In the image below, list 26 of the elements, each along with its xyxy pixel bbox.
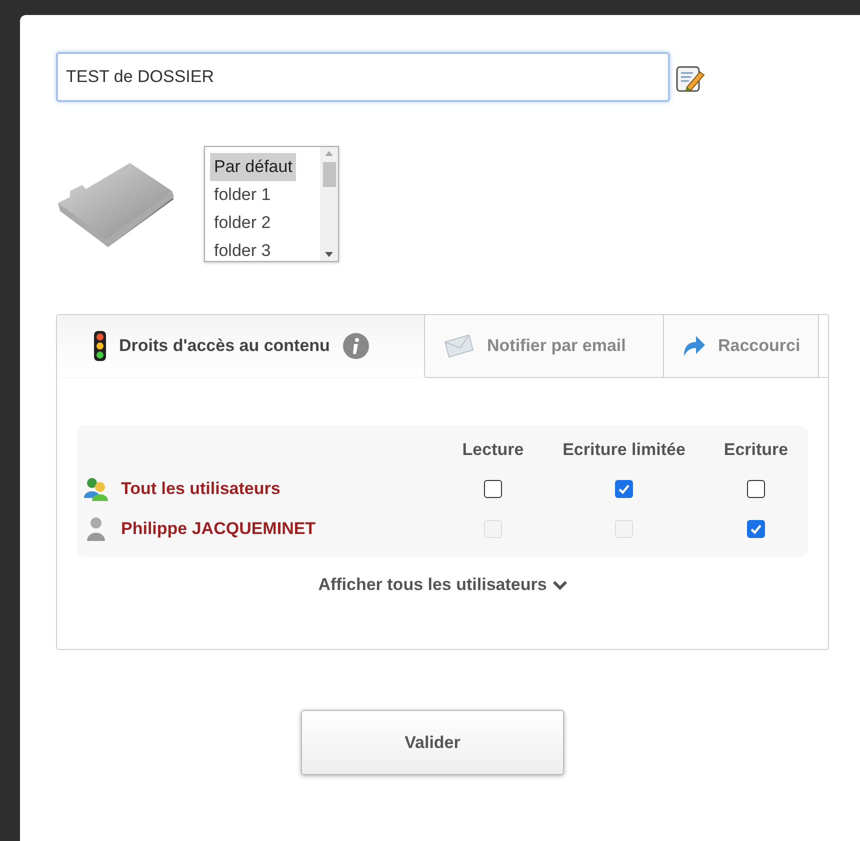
column-header: Ecriture: [722, 440, 790, 460]
list-item[interactable]: Par défaut: [210, 153, 296, 181]
chevron-down-icon[interactable]: [552, 580, 567, 590]
edit-icon[interactable]: [675, 64, 705, 94]
column-header: Ecriture limitée: [562, 440, 686, 460]
envelope-icon: [443, 334, 475, 358]
submit-button[interactable]: Valider: [301, 710, 564, 775]
checkbox[interactable]: [747, 480, 765, 498]
user-name[interactable]: Tout les utilisateurs: [121, 479, 280, 499]
show-all-link[interactable]: Afficher tous les utilisateurs: [318, 575, 547, 595]
users-icon: [83, 476, 109, 502]
info-icon[interactable]: [342, 332, 370, 360]
list-item[interactable]: folder 2: [210, 209, 275, 237]
scrollbar[interactable]: [320, 147, 338, 261]
user-name[interactable]: Philippe JACQUEMINET: [121, 519, 316, 539]
checkbox[interactable]: [484, 480, 502, 498]
curved-arrow-icon: [682, 335, 706, 357]
list-item[interactable]: folder 1: [210, 181, 275, 209]
name-field[interactable]: TEST de DOSSIER: [56, 52, 670, 102]
folder-list[interactable]: Par défaut folder 1 folder 2 folder 3: [204, 146, 339, 262]
list-item[interactable]: folder 3: [210, 237, 275, 261]
traffic-light-icon: [93, 331, 107, 361]
checkbox[interactable]: [747, 520, 765, 538]
tab[interactable]: Droits d'accès au contenu: [57, 315, 425, 378]
checkbox[interactable]: [615, 480, 633, 498]
column-header: Lecture: [461, 440, 525, 460]
